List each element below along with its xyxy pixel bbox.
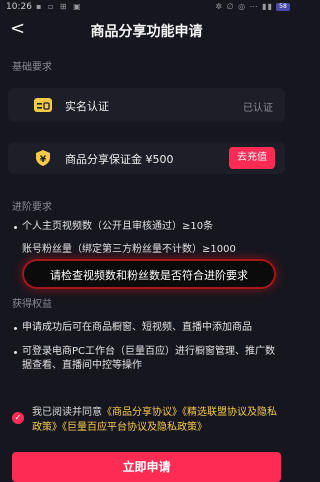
benefit-item: 可登录电商PC工作台（巨量百应）进行橱窗管理、推广数据查看、直播间中控等操作 [14,345,284,373]
realname-status: 已认证 [243,103,273,114]
yen-shield-icon: ¥ [36,150,50,166]
recharge-button[interactable]: 去充值 [229,147,275,169]
battery-icon: 58 [276,3,290,11]
system-icons: ✲ ∅ ◎ ⋯ ▮▮ [215,2,273,11]
advanced-item-text: 账号粉丝量（绑定第三方粉丝量不计数）≥1000 [22,244,236,255]
section-benefits-label: 获得权益 [12,299,52,310]
page-title: 商品分享功能申请 [90,24,203,40]
realname-label: 实名认证 [65,100,109,113]
agreement-link-share[interactable]: 《商品分享协议》 [102,407,182,418]
agreement-prefix: 我已阅读并同意 [32,407,102,418]
deposit-label: 商品分享保证金 ¥500 [65,153,174,166]
notification-icons: ▪ ▫ ⊞ ▣ [36,2,83,11]
id-card-icon [34,98,52,112]
bullet-dot [14,351,17,354]
advanced-item: 账号粉丝量（绑定第三方粉丝量不计数）≥1000 [22,243,282,257]
realname-row: 实名认证 已认证 [8,88,285,122]
toast-text: 请检查视频数和粉丝数是否符合进阶要求 [50,269,248,282]
nav-bar: < 商品分享功能申请 [0,16,293,44]
advanced-item: 个人主页视频数（公开且审核通过）≥10条 [14,220,282,234]
agreement-link-platform[interactable]: 《巨量百应平台协议及隐私政策》 [62,422,207,433]
benefit-item-text: 申请成功后可在商品橱窗、短视频、直播中添加商品 [22,322,252,333]
agree-checkbox[interactable]: ✓ [12,412,24,424]
advanced-item-text: 个人主页视频数（公开且审核通过）≥10条 [22,221,214,232]
bullet-dot [14,226,17,229]
bullet-dot [14,327,17,330]
benefit-item: 申请成功后可在商品橱窗、短视频、直播中添加商品 [14,321,284,335]
requirement-warning-toast: 请检查视频数和粉丝数是否符合进阶要求 [22,259,276,289]
status-bar: 10:26 ▪ ▫ ⊞ ▣ ✲ ∅ ◎ ⋯ ▮▮ 58 [0,0,293,16]
deposit-row: ¥ 商品分享保证金 ¥500 去充值 [8,142,285,174]
section-basic-label: 基础要求 [12,62,52,73]
agreement-text: 我已阅读并同意《商品分享协议》《精选联盟协议及隐私政策》《巨量百应平台协议及隐私… [32,405,282,435]
benefit-item-text: 可登录电商PC工作台（巨量百应）进行橱窗管理、推广数据查看、直播间中控等操作 [22,346,276,371]
clock: 10:26 [6,2,32,12]
section-advanced-label: 进阶要求 [12,202,52,213]
svg-text:¥: ¥ [40,155,47,165]
apply-button[interactable]: 立即申请 [12,452,281,482]
